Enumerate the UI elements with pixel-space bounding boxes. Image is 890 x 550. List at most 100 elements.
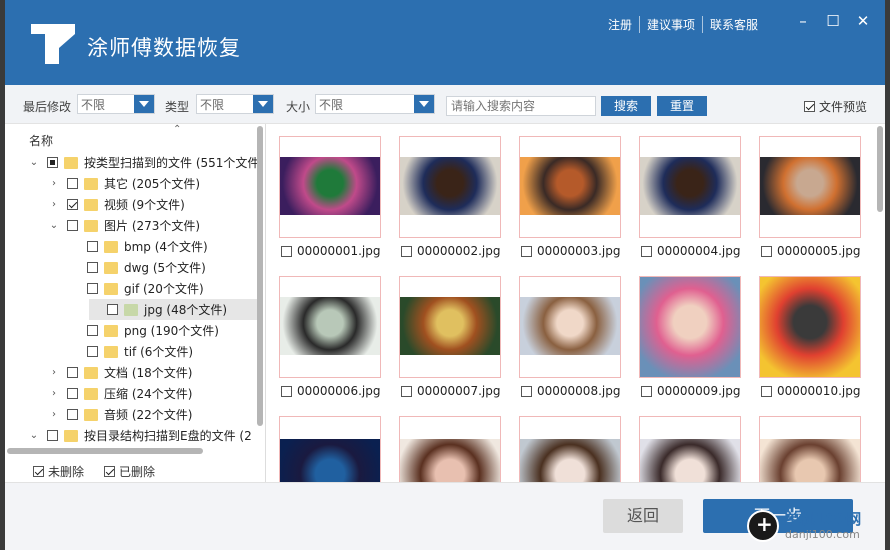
tree-item-checkbox[interactable]: [87, 241, 98, 252]
file-thumbnail[interactable]: [639, 416, 741, 482]
file-item[interactable]: 00000008.jpg: [521, 384, 620, 398]
tree-item[interactable]: bmp (4个文件): [5, 236, 208, 257]
chevron-right-icon[interactable]: ›: [49, 199, 59, 210]
file-thumbnail[interactable]: [759, 276, 861, 378]
tree-item[interactable]: jpg (48个文件): [89, 299, 257, 320]
file-item[interactable]: 00000005.jpg: [761, 244, 860, 258]
chevron-down-icon[interactable]: ⌄: [29, 430, 39, 441]
tree-item-checkbox[interactable]: [87, 283, 98, 294]
sort-up-icon[interactable]: ⌃: [173, 124, 181, 135]
chevron-right-icon[interactable]: ›: [49, 178, 59, 189]
file-checkbox[interactable]: [401, 385, 412, 397]
tree-item-checkbox[interactable]: [67, 388, 78, 399]
tree-item[interactable]: ⌄ 按类型扫描到的文件 (551个文件): [5, 152, 264, 173]
tree-item[interactable]: png (190个文件): [5, 320, 219, 341]
deleted-checkbox[interactable]: [104, 466, 116, 477]
file-item[interactable]: 00000006.jpg: [281, 384, 380, 398]
file-thumbnail[interactable]: [639, 136, 741, 238]
tree-item-checkbox[interactable]: [107, 304, 118, 315]
file-preview-option[interactable]: 文件预览: [803, 98, 867, 115]
grid-vertical-scrollbar[interactable]: [877, 126, 883, 212]
tree-item[interactable]: › 视频 (9个文件): [5, 194, 185, 215]
file-thumbnail[interactable]: [279, 416, 381, 482]
file-thumbnail[interactable]: [759, 416, 861, 482]
tree-item[interactable]: › 其它 (205个文件): [5, 173, 200, 194]
file-checkbox[interactable]: [761, 385, 772, 397]
chevron-right-icon[interactable]: ›: [49, 388, 59, 399]
chevron-down-icon[interactable]: ⌄: [49, 220, 59, 231]
tree-item[interactable]: ⌄ 按目录结构扫描到E盘的文件 (2: [5, 425, 252, 446]
file-item[interactable]: 00000009.jpg: [641, 384, 740, 398]
file-item[interactable]: 00000004.jpg: [641, 244, 740, 258]
file-preview-checkbox[interactable]: [803, 101, 815, 112]
contact-support-link[interactable]: 联系客服: [703, 16, 765, 33]
tree-item-checkbox[interactable]: [67, 178, 78, 189]
tree-item-checkbox[interactable]: [87, 325, 98, 336]
suggestion-link[interactable]: 建议事项: [640, 16, 703, 33]
file-name: 00000008.jpg: [537, 384, 621, 398]
tree-item[interactable]: › 音频 (22个文件): [5, 404, 192, 425]
tree-item[interactable]: › 文档 (18个文件): [5, 362, 192, 383]
file-thumbnail[interactable]: [519, 136, 621, 238]
chevron-down-icon[interactable]: ⌄: [29, 157, 39, 168]
tree-item-checkbox[interactable]: [47, 430, 58, 441]
name-column-header[interactable]: 名称: [29, 132, 53, 149]
back-button[interactable]: 返回: [603, 499, 683, 533]
register-link[interactable]: 注册: [601, 16, 640, 33]
file-checkbox[interactable]: [761, 245, 772, 257]
file-thumbnail[interactable]: [639, 276, 741, 378]
tree-item-checkbox[interactable]: [47, 157, 58, 168]
file-thumbnail[interactable]: [519, 276, 621, 378]
tree-item-checkbox[interactable]: [67, 199, 78, 210]
file-thumbnail[interactable]: [279, 276, 381, 378]
tree-item-label: gif (20个文件): [124, 282, 204, 296]
chevron-right-icon[interactable]: ›: [49, 367, 59, 378]
file-item[interactable]: 00000002.jpg: [401, 244, 500, 258]
file-checkbox[interactable]: [641, 245, 652, 257]
undeleted-option[interactable]: 未删除: [33, 463, 84, 480]
chevron-right-icon[interactable]: ›: [49, 409, 59, 420]
file-thumbnail[interactable]: [279, 136, 381, 238]
thumbnail-image: [760, 439, 860, 482]
file-item[interactable]: 00000010.jpg: [761, 384, 860, 398]
tree-item-checkbox[interactable]: [87, 262, 98, 273]
file-checkbox[interactable]: [401, 245, 412, 257]
tree-item[interactable]: tif (6个文件): [5, 341, 193, 362]
tree-horizontal-scrollbar[interactable]: [7, 448, 203, 454]
search-input[interactable]: [446, 96, 596, 116]
type-select[interactable]: 不限: [196, 94, 274, 114]
file-thumbnail[interactable]: [399, 276, 501, 378]
file-checkbox[interactable]: [281, 245, 292, 257]
file-checkbox[interactable]: [521, 385, 532, 397]
modified-select[interactable]: 不限: [77, 94, 155, 114]
tree-item-checkbox[interactable]: [67, 220, 78, 231]
file-item[interactable]: 00000003.jpg: [521, 244, 620, 258]
file-checkbox[interactable]: [641, 385, 652, 397]
reset-button[interactable]: 重置: [657, 96, 707, 116]
tree-item[interactable]: ⌄ 图片 (273个文件): [5, 215, 200, 236]
tree-item[interactable]: › 压缩 (24个文件): [5, 383, 192, 404]
file-checkbox[interactable]: [521, 245, 532, 257]
tree-item[interactable]: dwg (5个文件): [5, 257, 206, 278]
maximize-icon[interactable]: ☐: [825, 12, 841, 30]
search-button[interactable]: 搜索: [601, 96, 651, 116]
file-item[interactable]: 00000007.jpg: [401, 384, 500, 398]
modified-label: 最后修改: [23, 100, 72, 114]
tree-item[interactable]: gif (20个文件): [5, 278, 204, 299]
file-thumbnail[interactable]: [399, 416, 501, 482]
deleted-option[interactable]: 已删除: [104, 463, 155, 480]
file-thumbnail[interactable]: [759, 136, 861, 238]
file-thumbnail[interactable]: [519, 416, 621, 482]
undeleted-checkbox[interactable]: [33, 466, 44, 477]
tree-item-checkbox[interactable]: [67, 367, 78, 378]
file-item[interactable]: 00000001.jpg: [281, 244, 380, 258]
tree-item-checkbox[interactable]: [87, 346, 98, 357]
size-select[interactable]: 不限: [315, 94, 435, 114]
minimize-icon[interactable]: –: [795, 12, 811, 30]
tree-vertical-scrollbar[interactable]: [257, 126, 263, 426]
tree-item-checkbox[interactable]: [67, 409, 78, 420]
window-controls: – ☐ ✕: [795, 12, 871, 30]
close-icon[interactable]: ✕: [855, 12, 871, 30]
file-checkbox[interactable]: [281, 385, 292, 397]
file-thumbnail[interactable]: [399, 136, 501, 238]
